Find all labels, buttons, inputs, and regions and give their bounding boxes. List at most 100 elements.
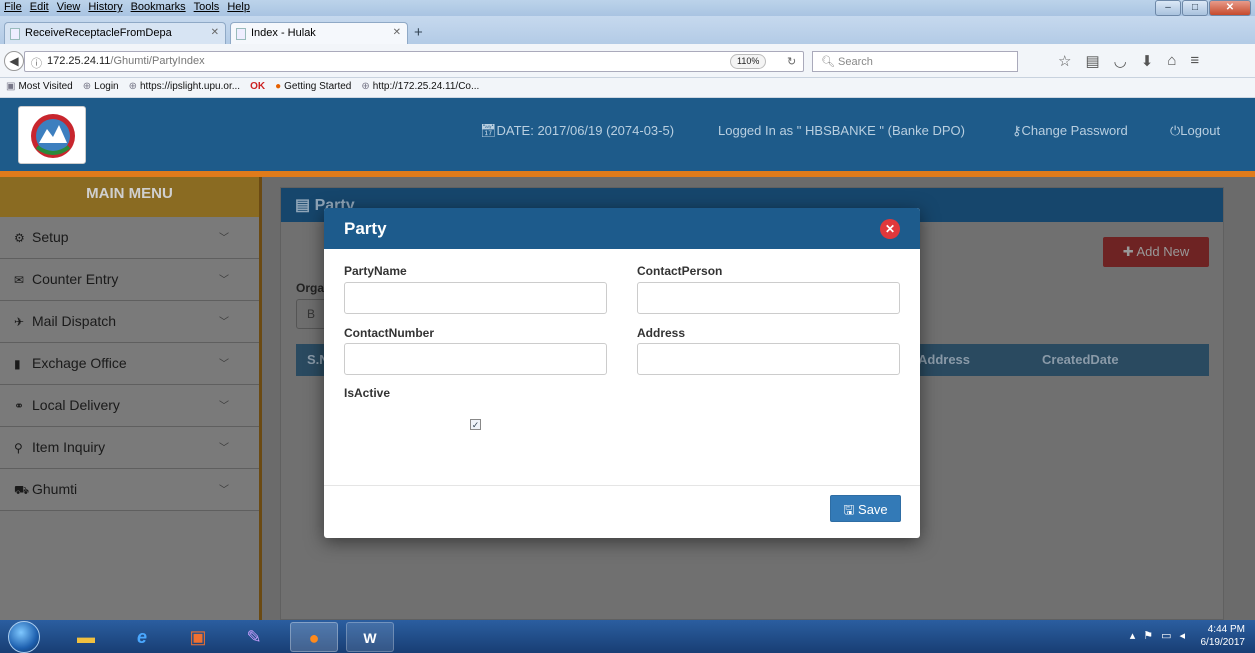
add-new-button[interactable]: ✚ Add New (1103, 237, 1209, 267)
power-icon: ⏻ (1170, 123, 1181, 138)
menu-help[interactable]: Help (227, 1, 250, 13)
firefox-icon[interactable]: ● (290, 622, 338, 652)
globe-icon: ⊕ (82, 81, 92, 92)
close-window-button[interactable]: ✕ (1209, 0, 1251, 16)
close-icon[interactable]: ✕ (880, 219, 900, 239)
is-active-label: IsActive (344, 386, 391, 400)
calendar-icon: 📅︎ (480, 123, 497, 138)
search-icon: 🔍︎ (821, 56, 835, 68)
plus-icon: ✚ (1122, 244, 1137, 259)
sidebar-item-exchange-office[interactable]: ▮ Exchage Office ﹀ (0, 343, 259, 385)
download-icon[interactable]: ⬇ (1141, 52, 1154, 70)
column-created-date: CreatedDate (1042, 352, 1119, 367)
globe-icon: ⊕ (361, 81, 370, 92)
chevron-down-icon: ﹀ (219, 401, 229, 412)
paint-icon[interactable]: ✎ (230, 622, 278, 652)
sidebar-item-ghumti[interactable]: ⛟ Ghumti ﹀ (0, 469, 259, 511)
tab-title: ReceiveReceptacleFromDepa (25, 27, 172, 39)
browser-tab-index[interactable]: Index - Hulak ✕ (230, 22, 408, 44)
start-button[interactable] (8, 621, 40, 653)
zoom-indicator[interactable]: 110% (730, 54, 767, 69)
is-active-checkbox[interactable]: ✓ (470, 419, 481, 430)
party-name-input[interactable] (344, 282, 607, 314)
reading-list-icon[interactable]: ▤ (1085, 52, 1099, 70)
home-icon[interactable]: ⌂ (1167, 52, 1176, 70)
globe-icon: ⊕ (128, 81, 137, 92)
system-tray-icons[interactable]: ▴⚑▭◂ (1130, 629, 1193, 642)
page-icon (236, 28, 246, 40)
clock-date: 6/19/2017 (1200, 637, 1246, 648)
browser-tab-receive[interactable]: ReceiveReceptacleFromDepa ✕ (4, 22, 226, 44)
sidebar-item-local-delivery[interactable]: ⚭ Local Delivery ﹀ (0, 385, 259, 427)
floppy-disk-icon: 🖫 (843, 502, 859, 517)
media-player-icon[interactable]: ▣ (174, 622, 222, 652)
bookmark-ok-icon[interactable]: OK (250, 81, 265, 94)
bookmark-local[interactable]: ⊕ http://172.25.24.11/Co... (361, 81, 479, 94)
sidebar-item-counter-entry[interactable]: ✉ Counter Entry ﹀ (0, 259, 259, 301)
menu-tools[interactable]: Tools (194, 1, 220, 13)
search-icon: ⚲ (14, 441, 23, 455)
bookmark-icon: ▣ (6, 81, 16, 92)
nepal-emblem-logo (18, 106, 86, 164)
modal-header: Party ✕ (324, 208, 920, 249)
sidebar-item-item-inquiry[interactable]: ⚲ Item Inquiry ﹀ (0, 427, 259, 469)
menu-bookmarks[interactable]: Bookmarks (131, 1, 186, 13)
clock[interactable]: 4:44 PM 6/19/2017 (1201, 623, 1246, 649)
bicycle-icon: ⚭ (14, 399, 25, 413)
url-path: /Ghumti/PartyIndex (110, 55, 205, 67)
logout-link[interactable]: ⏻Logout (1170, 123, 1220, 139)
word-icon[interactable]: W (346, 622, 394, 652)
reload-icon[interactable]: ↻ (787, 55, 796, 68)
internet-explorer-icon[interactable]: e (118, 622, 166, 652)
page-icon (10, 28, 20, 40)
minimize-button[interactable]: – (1155, 0, 1181, 16)
navigation-bar: ◀ ⓘ 172.25.24.11/Ghumti/PartyIndex 110% … (0, 44, 1255, 78)
star-icon[interactable]: ☆ (1058, 52, 1071, 70)
column-address: Address (918, 352, 971, 367)
search-input[interactable]: 🔍︎ Search (812, 51, 1018, 72)
briefcase-icon: ▮ (14, 357, 21, 371)
app-header: 📅︎DATE: 2017/06/19 (2074-03-5) Logged In… (0, 98, 1255, 171)
url-bar[interactable]: ⓘ 172.25.24.11/Ghumti/PartyIndex 110% ↻ (24, 51, 804, 72)
contact-person-input[interactable] (637, 282, 900, 314)
modal-title: Party (344, 219, 387, 238)
new-tab-button[interactable]: + (414, 24, 423, 41)
tab-bar: ReceiveReceptacleFromDepa ✕ Index - Hula… (0, 16, 1255, 44)
back-button[interactable]: ◀ (4, 51, 24, 71)
bookmark-login[interactable]: ⊕ Login (83, 81, 119, 94)
contact-number-input[interactable] (344, 343, 607, 375)
date-display: 📅︎DATE: 2017/06/19 (2074-03-5) (480, 123, 675, 138)
sidebar-item-setup[interactable]: ⚙ Setup ﹀ (0, 217, 259, 259)
bookmark-ipslight[interactable]: ⊕ https://ipslight.upu.or... (129, 81, 240, 94)
url-host: 172.25.24.11 (47, 55, 111, 67)
close-tab-icon[interactable]: ✕ (393, 27, 401, 38)
menu-edit[interactable]: Edit (30, 1, 49, 13)
chevron-down-icon: ﹀ (219, 443, 229, 454)
menu-file[interactable]: File (4, 1, 22, 13)
contact-number-label: ContactNumber (344, 326, 435, 340)
chevron-down-icon: ﹀ (219, 275, 229, 286)
menu-view[interactable]: View (57, 1, 81, 13)
close-tab-icon[interactable]: ✕ (211, 27, 219, 38)
file-explorer-icon[interactable]: ▬ (62, 622, 110, 652)
organization-label: Orga (296, 281, 325, 295)
change-password-link[interactable]: ⚷Change Password (1012, 123, 1128, 139)
maximize-button[interactable]: □ (1182, 0, 1208, 16)
chevron-down-icon: ﹀ (219, 317, 229, 328)
address-label: Address (637, 326, 686, 340)
bookmark-getting-started[interactable]: ● Getting Started (275, 81, 351, 94)
sidebar-item-mail-dispatch[interactable]: ✈ Mail Dispatch ﹀ (0, 301, 259, 343)
firefox-icon: ● (275, 81, 282, 92)
chevron-down-icon: ﹀ (219, 359, 229, 370)
hamburger-menu-icon[interactable]: ≡ (1190, 52, 1199, 70)
pocket-icon[interactable]: ◡ (1114, 52, 1127, 70)
logged-in-text: Logged In as " HBSBANKE " (Banke DPO) (718, 123, 965, 138)
menu-history[interactable]: History (88, 1, 122, 13)
address-input[interactable] (637, 343, 900, 375)
envelope-icon: ✉ (14, 273, 25, 287)
info-icon[interactable]: ⓘ (31, 55, 42, 71)
save-button[interactable]: 🖫 Save (830, 495, 901, 522)
contact-person-label: ContactPerson (637, 264, 723, 278)
document-icon: ▤ (295, 197, 315, 214)
bookmark-most-visited[interactable]: ▣ Most Visited (6, 81, 73, 94)
